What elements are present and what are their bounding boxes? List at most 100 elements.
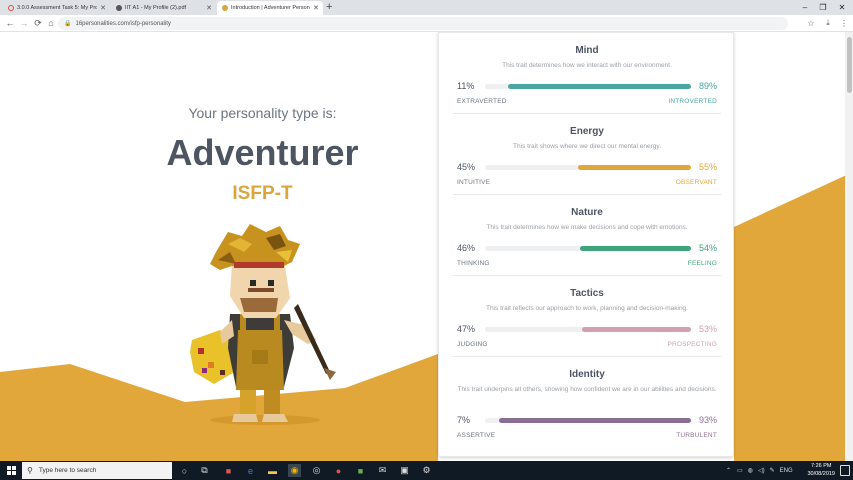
close-window-button[interactable]: ✕ bbox=[834, 0, 850, 15]
trait-nature: Nature This trait determines how we make… bbox=[439, 195, 735, 276]
app-icon[interactable]: ◎ bbox=[310, 464, 323, 477]
store-icon[interactable]: ▣ bbox=[398, 464, 411, 477]
close-tab-icon[interactable]: ✕ bbox=[313, 4, 319, 12]
trait-bar-fill bbox=[507, 84, 691, 89]
network-icon[interactable]: ◍ bbox=[748, 467, 753, 474]
trait-bar-fill bbox=[579, 246, 691, 251]
trait-title: Energy bbox=[570, 126, 604, 137]
trait-left-label: EXTRAVERTED bbox=[457, 98, 507, 105]
system-tray: ⌃ ▭ ◍ ◁) ✎ ENG bbox=[726, 461, 793, 480]
home-icon[interactable]: ⌂ bbox=[45, 17, 57, 29]
trait-mind: Mind This trait determines how we intera… bbox=[439, 33, 735, 114]
volume-icon[interactable]: ◁) bbox=[758, 467, 765, 474]
trait-bar bbox=[485, 246, 691, 251]
minimize-button[interactable]: – bbox=[797, 0, 813, 15]
personality-type-name: Adventurer bbox=[166, 132, 359, 173]
address-bar: ← → ⟳ ⌂ 🔒 16personalities.com/isfp-perso… bbox=[0, 15, 853, 32]
trait-tactics: Tactics This trait reflects our approach… bbox=[439, 276, 735, 357]
trait-bar bbox=[485, 418, 691, 423]
cortana-icon[interactable]: ○ bbox=[178, 464, 191, 477]
personality-type-code: ISFP-T bbox=[232, 183, 293, 204]
trait-left-label: ASSERTIVE bbox=[457, 432, 496, 439]
windows-logo-icon bbox=[6, 466, 16, 475]
trait-title: Tactics bbox=[570, 288, 604, 299]
url-text: 16personalities.com/isfp-personality bbox=[75, 20, 171, 27]
trait-right-label: FEELING bbox=[687, 260, 717, 267]
page-content: Your personality type is: Adventurer ISF… bbox=[0, 32, 853, 461]
tab-favicon-icon bbox=[8, 5, 14, 11]
lock-icon: 🔒 bbox=[64, 21, 72, 27]
trait-title: Nature bbox=[571, 207, 603, 218]
trait-bar-fill bbox=[577, 165, 691, 170]
windows-start-button[interactable] bbox=[0, 461, 22, 480]
trait-description: This trait determines how we interact wi… bbox=[502, 62, 672, 69]
menu-icon[interactable]: ⋮ bbox=[838, 17, 850, 29]
office-app-icon[interactable]: ■ bbox=[222, 464, 235, 477]
action-center-icon[interactable] bbox=[840, 465, 850, 476]
tab-label: 3.0.0 Assessment Task 5: My Profi bbox=[17, 5, 98, 11]
trait-description: This trait underpins all others, showing… bbox=[457, 386, 717, 393]
tab-pdf[interactable]: IIT A1 - My Profile (2).pdf ✕ bbox=[111, 1, 216, 15]
trait-bar-fill bbox=[581, 327, 691, 332]
file-explorer-icon[interactable]: ▬ bbox=[266, 464, 279, 477]
minecraft-icon[interactable]: ■ bbox=[354, 464, 367, 477]
forward-icon[interactable]: → bbox=[18, 17, 30, 29]
trait-title: Mind bbox=[575, 45, 599, 56]
url-field[interactable]: 🔒 16personalities.com/isfp-personality bbox=[58, 17, 788, 30]
tab-adventurer[interactable]: Introduction | Adventurer Person ✕ bbox=[217, 1, 323, 15]
taskbar-search-box[interactable]: ⚲ Type here to search bbox=[22, 462, 172, 479]
trait-right-label: TURBULENT bbox=[676, 432, 717, 439]
trait-left-percent: 7% bbox=[457, 415, 471, 425]
trait-description: This trait reflects our approach to work… bbox=[486, 305, 688, 312]
chrome-icon[interactable]: ◉ bbox=[288, 464, 301, 477]
trait-bar bbox=[485, 165, 691, 170]
reload-icon[interactable]: ⟳ bbox=[32, 17, 44, 29]
scrollbar-thumb[interactable] bbox=[847, 37, 852, 93]
maximize-button[interactable]: ❐ bbox=[815, 0, 831, 15]
trait-description: This trait determines how we make decisi… bbox=[486, 224, 688, 231]
trait-right-percent: 55% bbox=[698, 162, 717, 172]
tab-assessment[interactable]: 3.0.0 Assessment Task 5: My Profi ✕ bbox=[3, 1, 110, 15]
trait-right-percent: 93% bbox=[698, 415, 717, 425]
page-scrollbar[interactable] bbox=[845, 32, 853, 461]
close-tab-icon[interactable]: ✕ bbox=[100, 4, 106, 12]
trait-right-label: PROSPECTING bbox=[667, 341, 717, 348]
back-icon[interactable]: ← bbox=[4, 17, 16, 29]
trait-left-label: THINKING bbox=[457, 260, 490, 267]
bookmark-star-icon[interactable]: ☆ bbox=[805, 17, 817, 29]
tab-label: Introduction | Adventurer Person bbox=[231, 5, 310, 11]
trait-left-percent: 11% bbox=[457, 81, 475, 91]
trait-bar-fill bbox=[499, 418, 691, 423]
trait-left-percent: 46% bbox=[457, 243, 476, 253]
trait-right-label: INTROVERTED bbox=[668, 98, 717, 105]
trait-left-percent: 47% bbox=[457, 324, 476, 334]
trait-right-percent: 53% bbox=[698, 324, 717, 334]
download-icon[interactable]: ⤓ bbox=[822, 17, 834, 29]
pen-icon[interactable]: ✎ bbox=[770, 467, 775, 474]
clock-date: 30/08/2019 bbox=[807, 470, 835, 477]
trait-left-label: INTUITIVE bbox=[457, 179, 491, 186]
tab-favicon-icon bbox=[222, 5, 228, 11]
trait-energy: Energy This trait shows where we direct … bbox=[439, 114, 735, 195]
new-tab-button[interactable]: + bbox=[326, 1, 332, 14]
mail-icon[interactable]: ✉ bbox=[376, 464, 389, 477]
search-placeholder: Type here to search bbox=[38, 467, 97, 474]
trait-left-percent: 45% bbox=[457, 162, 476, 172]
battery-icon[interactable]: ▭ bbox=[737, 467, 743, 474]
close-tab-icon[interactable]: ✕ bbox=[206, 4, 212, 12]
chevron-up-icon[interactable]: ⌃ bbox=[726, 467, 731, 474]
trait-description: This trait shows where we direct our men… bbox=[513, 143, 661, 150]
taskbar-clock[interactable]: 7:26 PM 30/08/2019 bbox=[807, 463, 835, 478]
traits-card: Mind This trait determines how we intera… bbox=[438, 32, 734, 457]
language-indicator[interactable]: ENG bbox=[780, 468, 793, 474]
edge-icon[interactable]: e bbox=[244, 464, 257, 477]
trait-right-label: OBSERVANT bbox=[675, 179, 717, 186]
clock-time: 7:26 PM bbox=[810, 463, 832, 469]
app-red-icon[interactable]: ● bbox=[332, 464, 345, 477]
settings-gear-icon[interactable]: ⚙ bbox=[420, 464, 433, 477]
trait-bar bbox=[485, 84, 691, 89]
task-view-icon[interactable]: ⧉ bbox=[198, 464, 211, 477]
tab-favicon-icon bbox=[116, 5, 122, 11]
trait-identity: Identity This trait underpins all others… bbox=[439, 357, 735, 457]
adventurer-illustration bbox=[190, 224, 336, 425]
